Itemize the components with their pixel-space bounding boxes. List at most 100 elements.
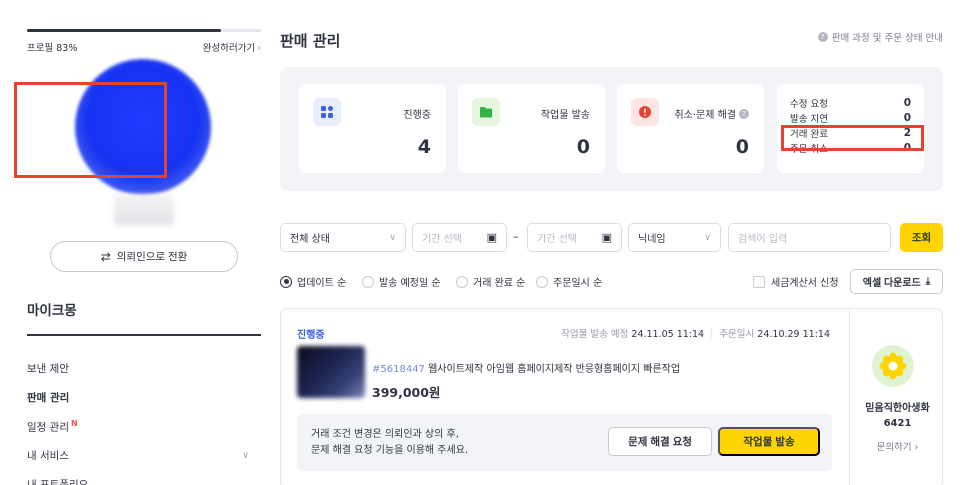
status-card-deliverable-sent[interactable]: 작업물 발송 0 xyxy=(458,84,605,173)
date-end-picker[interactable]: 기간 선택 ▣ xyxy=(527,223,622,252)
swap-icon: ⇄ xyxy=(100,249,111,264)
buyer-name: 믿음직한아생화 6421 xyxy=(850,401,942,431)
sort-updated[interactable]: 업데이트 순 xyxy=(280,274,346,289)
notice-line: 문제 해결 요청 기능을 이용해 주세요. xyxy=(311,445,469,456)
order-status-label: 진행중 xyxy=(297,330,325,341)
sidebar-item-sent-proposals[interactable]: 보낸 제안 xyxy=(27,356,249,381)
excel-download-button[interactable]: 엑셀 다운로드 ⤓ xyxy=(850,269,943,294)
order-card: 진행중 작업물 발송 예정 24.11.05 11:14 | 주문일시 24.1… xyxy=(280,308,943,485)
profile-percent-label: 프로필 83% xyxy=(27,43,78,54)
main-content: 판매 관리 ? 판매 과정 및 주문 상태 안내 진행중 4 작업물 발송 0 … xyxy=(280,0,943,485)
notice-text: 거래 조건 변경은 의뢰인과 상의 후, 문제 해결 요청 기능을 이용해 주세… xyxy=(311,427,468,459)
buyer-name-line: 6421 xyxy=(883,418,912,429)
sort-label: 주문일시 순 xyxy=(553,278,603,289)
delivery-date-label: 작업물 발송 예정 xyxy=(561,329,629,340)
sidebar-item-label: 일정 관리 xyxy=(27,421,69,434)
nickname-select[interactable]: 닉네임 ∨ xyxy=(628,223,721,252)
status-card-value: 0 xyxy=(576,136,590,158)
status-card-label: 작업물 발송 xyxy=(540,110,590,121)
sidebar-item-sales-management[interactable]: 판매 관리 xyxy=(27,385,249,410)
order-price: 399,000원 xyxy=(372,385,441,400)
sales-guide-link[interactable]: ? 판매 과정 및 주문 상태 안내 xyxy=(817,30,943,44)
buyer-avatar[interactable] xyxy=(872,345,914,387)
sort-label: 발송 예정일 순 xyxy=(379,278,441,289)
radio-icon xyxy=(362,275,374,288)
search-placeholder: 검색어 입력 xyxy=(738,234,788,245)
sidebar-item-label: 내 포트폴리오 xyxy=(27,479,89,485)
delivery-date-value: 24.11.05 11:14 xyxy=(631,329,705,340)
tax-invoice-label: 세금계산서 신청 xyxy=(771,278,839,289)
info-icon[interactable]: ? xyxy=(739,108,749,119)
highlight-frame-completed xyxy=(781,125,924,151)
alert-icon xyxy=(631,98,659,126)
sidebar-item-schedule[interactable]: 일정 관리 N xyxy=(27,414,249,439)
switch-to-client-label: 의뢰인으로 전환 xyxy=(116,251,188,263)
sales-guide-label: 판매 과정 및 주문 상태 안내 xyxy=(831,33,943,44)
sidebar-item-my-services[interactable]: 내 서비스 ∨ xyxy=(27,443,249,468)
status-select[interactable]: 전체 상태 ∨ xyxy=(280,223,406,252)
status-card-value: 0 xyxy=(735,136,749,158)
switch-to-client-button[interactable]: ⇄ 의뢰인으로 전환 xyxy=(50,241,238,272)
service-title-text: 웹사이트제작 아임웹 홈페이지제작 반응형홈페이지 빠른작업 xyxy=(428,364,681,375)
grid-icon xyxy=(313,98,341,126)
contact-buyer-label: 문의하기 xyxy=(876,442,912,453)
complete-profile-link[interactable]: 완성하러가기 › xyxy=(203,40,261,54)
tax-invoice-checkbox[interactable]: 세금계산서 신청 xyxy=(753,274,839,289)
chevron-right-icon: › xyxy=(914,442,919,453)
profile-name-blurred xyxy=(114,195,174,225)
date-start-picker[interactable]: 기간 선택 ▣ xyxy=(412,223,507,252)
service-title[interactable]: #5618447 웹사이트제작 아임웹 홈페이지제작 반응형홈페이지 빠른작업 xyxy=(372,360,680,375)
highlight-frame-in-progress xyxy=(14,82,167,178)
sort-delivery-date[interactable]: 발송 예정일 순 xyxy=(362,274,441,289)
radio-icon xyxy=(536,275,548,288)
page-title: 판매 관리 xyxy=(280,32,341,50)
chevron-right-icon: › xyxy=(257,43,261,54)
chevron-down-icon: ∨ xyxy=(704,232,711,243)
status-card-label: 취소·문제 해결 xyxy=(674,110,736,121)
date-end-placeholder: 기간 선택 xyxy=(537,234,577,245)
sort-completed[interactable]: 거래 완료 순 xyxy=(456,274,525,289)
sidebar-item-my-portfolio[interactable]: 내 포트폴리오 xyxy=(27,472,249,485)
chevron-down-icon: ∨ xyxy=(389,232,396,243)
status-select-value: 전체 상태 xyxy=(290,234,330,245)
status-card-cancel-resolution[interactable]: 취소·문제 해결? 0 xyxy=(617,84,764,173)
buyer-name-line: 믿음직한아생화 xyxy=(865,403,930,414)
sidebar-item-label: 판매 관리 xyxy=(27,392,70,404)
status-list-value: 0 xyxy=(903,111,911,124)
buyer-info: 믿음직한아생화 6421 문의하기 › xyxy=(849,309,942,485)
status-list-row-revision[interactable]: 수정 요청 0 xyxy=(790,95,911,110)
sort-label: 거래 완료 순 xyxy=(473,278,526,289)
brand-divider xyxy=(27,334,261,336)
sort-order-date[interactable]: 주문일시 순 xyxy=(536,274,602,289)
order-dates: 작업물 발송 예정 24.11.05 11:14 | 주문일시 24.10.29… xyxy=(561,326,830,341)
status-card-label-wrap: 취소·문제 해결? xyxy=(674,106,749,121)
nickname-select-value: 닉네임 xyxy=(638,234,666,245)
send-deliverable-button[interactable]: 작업물 발송 xyxy=(718,427,820,456)
radio-icon xyxy=(280,275,292,288)
question-icon: ? xyxy=(817,32,828,42)
folder-icon xyxy=(472,98,500,126)
date-start-placeholder: 기간 선택 xyxy=(422,234,462,245)
search-input[interactable]: 검색어 입력 xyxy=(728,223,891,252)
service-thumbnail[interactable] xyxy=(297,346,365,398)
status-list-row-delayed[interactable]: 발송 지연 0 xyxy=(790,110,911,125)
date-divider: | xyxy=(710,327,714,339)
sort-label: 업데이트 순 xyxy=(297,278,347,289)
contact-buyer-link[interactable]: 문의하기 › xyxy=(850,439,942,453)
date-range-separator: – xyxy=(513,230,519,243)
status-card-in-progress[interactable]: 진행중 4 xyxy=(299,84,446,173)
order-date-value: 24.10.29 11:14 xyxy=(757,329,830,340)
sidebar: 프로필 83% 완성하러가기 › ⇄ 의뢰인으로 전환 마이크몽 보낸 제안 판매… xyxy=(0,0,262,485)
search-button[interactable]: 조회 xyxy=(900,223,943,252)
excel-download-label: 엑셀 다운로드 xyxy=(862,278,921,289)
chevron-down-icon: ∨ xyxy=(242,450,249,461)
sidebar-item-label: 내 서비스 xyxy=(27,450,69,462)
order-date-text: 주문일시 24.10.29 11:14 xyxy=(719,326,830,340)
sort-options: 업데이트 순 발송 예정일 순 거래 완료 순 주문일시 순 세금계산서 신청 … xyxy=(280,269,943,294)
filter-bar: 전체 상태 ∨ 기간 선택 ▣ – 기간 선택 ▣ 닉네임 ∨ 검색어 입력 조회 xyxy=(280,223,943,252)
order-date-label: 주문일시 xyxy=(719,329,755,340)
problem-resolution-button[interactable]: 문제 해결 요청 xyxy=(608,427,712,456)
complete-profile-link-label: 완성하러가기 xyxy=(202,43,256,54)
calendar-icon: ▣ xyxy=(601,231,612,244)
sidebar-item-label: 보낸 제안 xyxy=(27,363,69,375)
